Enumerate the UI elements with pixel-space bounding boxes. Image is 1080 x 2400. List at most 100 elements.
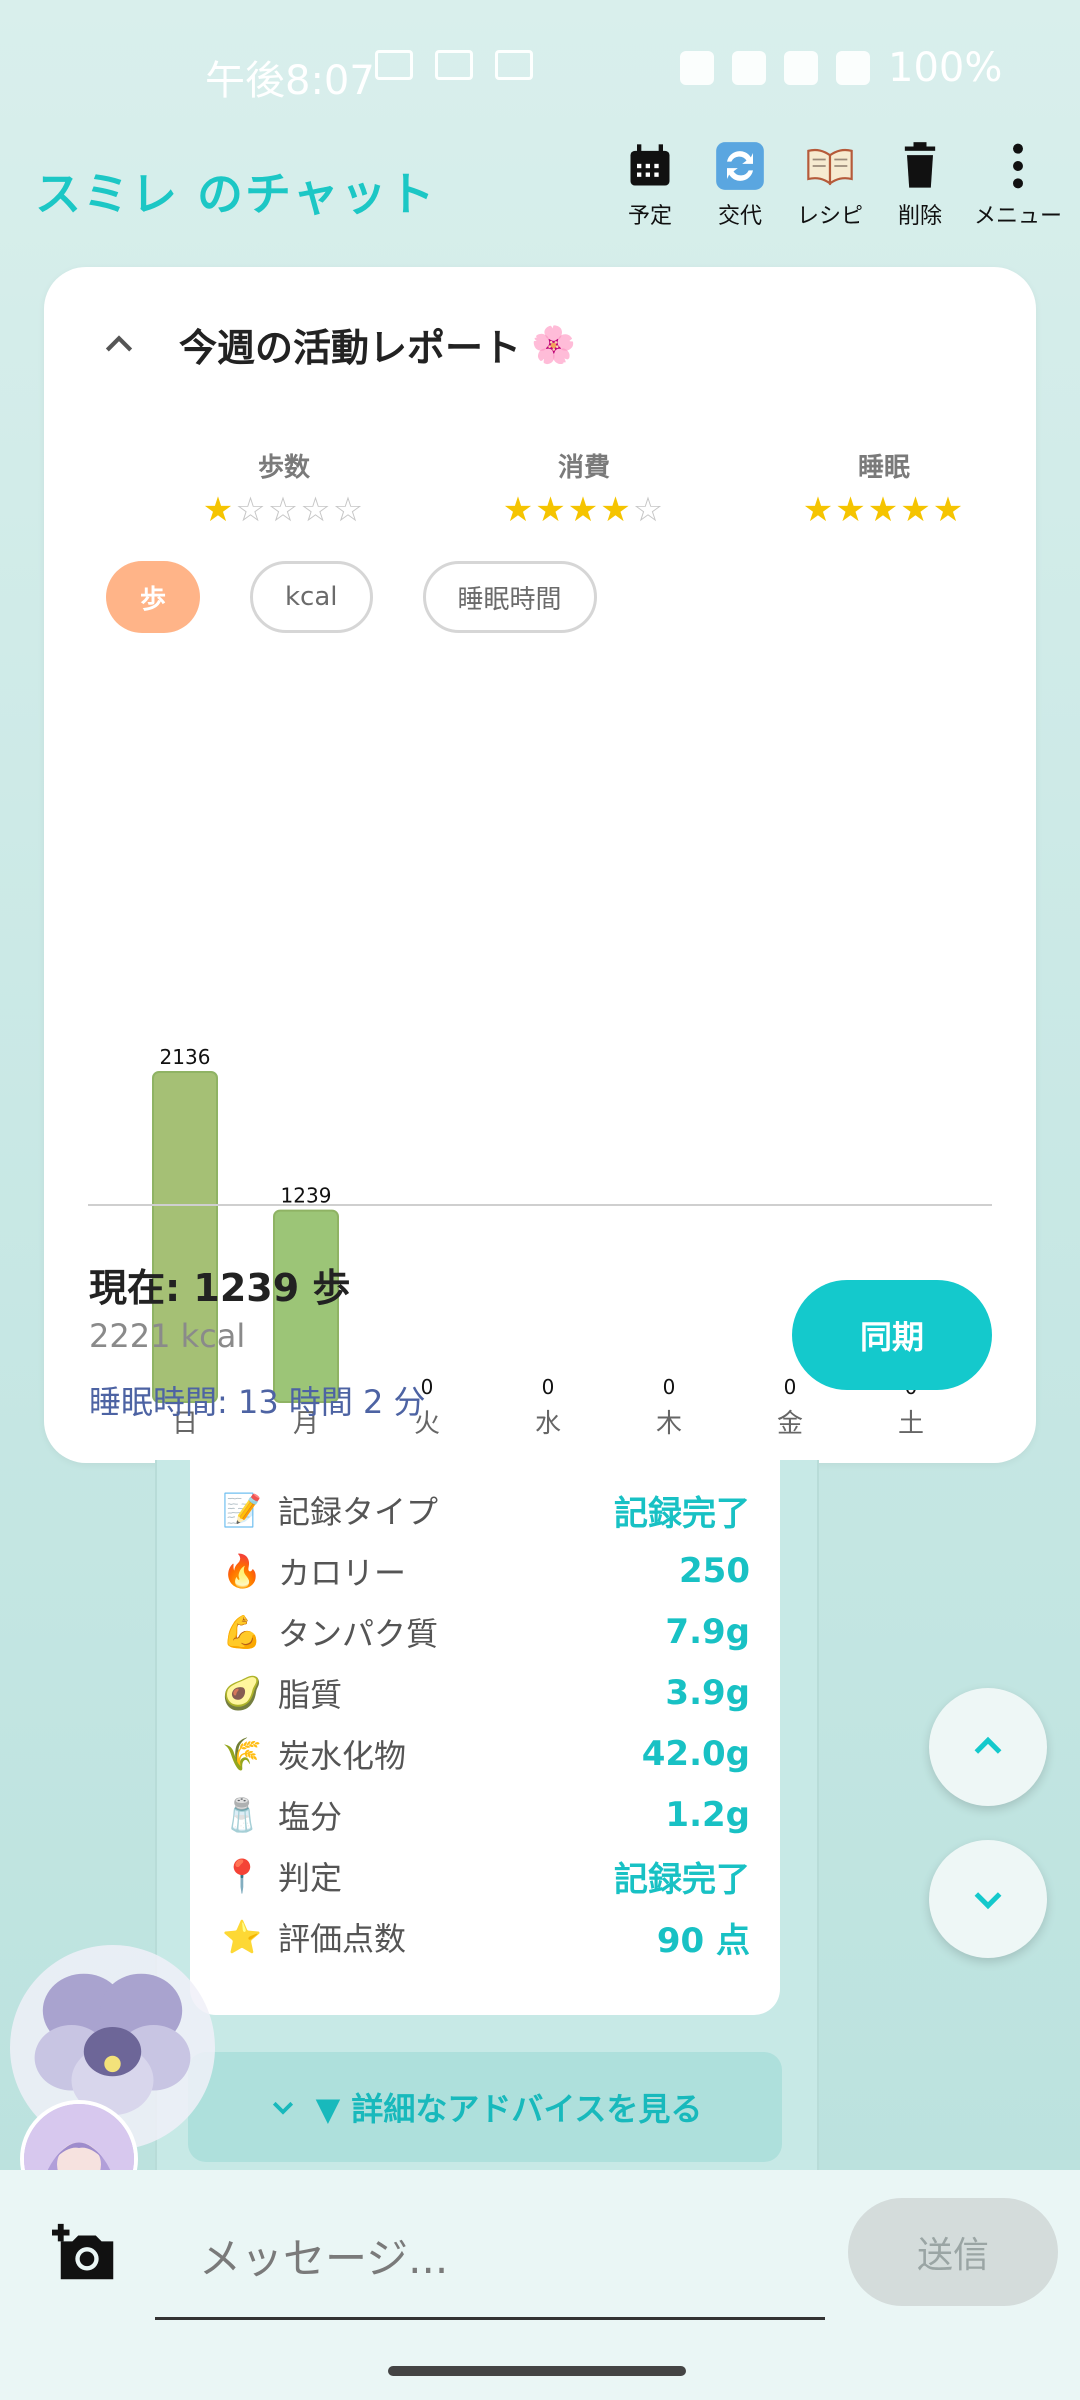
star-empty-icon: ☆ xyxy=(332,490,366,530)
more-vert-icon xyxy=(1013,143,1023,189)
nutrition-value: 記録完了 xyxy=(614,1859,750,1900)
category-label: 土 xyxy=(898,1409,924,1439)
advice-label: ▼ 詳細なアドバイスを見る xyxy=(315,2090,703,2128)
nutrition-value: 250 xyxy=(679,1551,750,1591)
star-filled-icon: ★ xyxy=(932,490,966,530)
recipe-button[interactable]: レシピ xyxy=(790,140,870,230)
nutrition-row: 🥑 脂質 3.9g xyxy=(220,1663,750,1723)
toolbar: 予定 交代 レシピ 削除 メニュー xyxy=(610,140,1066,230)
activity-report-card: 今週の活動レポート 🌸 歩数 ★☆☆☆☆ 消費 ★★★★☆ 睡眠 ★★★★★ 歩… xyxy=(44,267,1036,1463)
star-filled-icon: ★ xyxy=(600,490,633,530)
nutrition-icon: 🧂 xyxy=(222,1796,262,1834)
sync-button[interactable]: 同期 xyxy=(792,1280,992,1390)
report-header: 今週の活動レポート 🌸 xyxy=(99,317,576,372)
nutrition-value: 1.2g xyxy=(665,1795,750,1835)
message-input[interactable] xyxy=(155,2200,825,2320)
star-empty-icon: ☆ xyxy=(300,490,333,530)
star-filled-icon: ★ xyxy=(567,490,601,530)
nutrition-label: 評価点数 xyxy=(278,1920,407,1958)
nutrition-icon: 🌾 xyxy=(222,1735,262,1773)
chevron-up-icon[interactable] xyxy=(99,325,139,365)
battery-level: 100% xyxy=(888,45,1003,91)
rating-sleep: 睡眠 ★★★★★ xyxy=(774,447,994,530)
nutrition-label: 記録タイプ xyxy=(278,1493,439,1531)
nutrition-row: 📝 記録タイプ 記録完了 xyxy=(220,1480,750,1540)
nutrition-row: 🔥 カロリー 250 xyxy=(220,1541,750,1601)
nutrition-value: 90 点 xyxy=(656,1920,750,1961)
category-label: 水 xyxy=(535,1409,561,1439)
nutrition-icon: ⭐ xyxy=(222,1918,262,1956)
scroll-up-button[interactable] xyxy=(929,1688,1047,1806)
star-filled-icon: ★ xyxy=(867,490,901,530)
star-empty-icon: ☆ xyxy=(267,490,301,530)
nutrition-value: 42.0g xyxy=(641,1734,750,1774)
scroll-down-button[interactable] xyxy=(929,1840,1047,1958)
chart-divider xyxy=(88,1204,992,1206)
chip-steps[interactable]: 歩 xyxy=(106,561,200,633)
nutrition-value: 3.9g xyxy=(665,1673,750,1713)
star-rating: ★★★★☆ xyxy=(474,490,694,530)
camera-add-icon[interactable] xyxy=(52,2218,122,2288)
signal-icon xyxy=(784,51,818,85)
nutrition-value: 7.9g xyxy=(665,1612,750,1652)
nutrition-icon: 📍 xyxy=(222,1857,262,1895)
switch-button[interactable]: 交代 xyxy=(700,140,780,230)
metric-chips: 歩 kcal 睡眠時間 xyxy=(106,561,597,633)
mute-icon xyxy=(680,51,714,85)
chip-sleep[interactable]: 睡眠時間 xyxy=(422,561,597,633)
category-label: 木 xyxy=(656,1409,682,1439)
advice-toggle-button[interactable]: ▼ 詳細なアドバイスを見る xyxy=(188,2052,782,2162)
nutrition-row: 📍 判定 記録完了 xyxy=(220,1846,750,1906)
status-time: 午後8:07 xyxy=(205,58,375,104)
bar-value-label: 0 xyxy=(663,1375,676,1399)
category-label: 金 xyxy=(777,1409,803,1439)
nutrition-label: 塩分 xyxy=(278,1798,343,1836)
vpn-icon xyxy=(375,50,413,80)
bar-value-label: 2136 xyxy=(160,1045,211,1069)
chat-header: スミレ のチャット 予定 交代 レシピ 削除 メニュー xyxy=(0,130,1080,250)
swap-icon xyxy=(716,142,764,190)
star-filled-icon: ★ xyxy=(900,490,933,530)
battery-icon xyxy=(836,51,870,85)
sakura-icon: 🌸 xyxy=(531,324,576,366)
star-empty-icon: ☆ xyxy=(632,490,666,530)
star-filled-icon: ★ xyxy=(202,490,236,530)
nutrition-row: 💪 タンパク質 7.9g xyxy=(220,1602,750,1662)
nutrition-label: 脂質 xyxy=(278,1676,343,1714)
send-button[interactable]: 送信 xyxy=(848,2198,1058,2306)
chevron-down-icon xyxy=(974,1892,1002,1910)
star-filled-icon: ★ xyxy=(835,490,868,530)
trash-icon xyxy=(904,142,936,188)
star-filled-icon: ★ xyxy=(502,490,536,530)
nutrition-label: タンパク質 xyxy=(278,1615,439,1653)
book-icon xyxy=(807,148,853,186)
nutrition-card: 📝 記録タイプ 記録完了 🔥 カロリー 250 💪 タンパク質 7.9g 🥑 脂質 3.9g 🌾 炭水化物… xyxy=(190,1460,780,2015)
nutrition-label: カロリー xyxy=(278,1554,407,1592)
star-filled-icon: ★ xyxy=(802,490,836,530)
nutrition-label: 炭水化物 xyxy=(278,1737,407,1775)
home-indicator[interactable] xyxy=(388,2366,686,2376)
status-bar: 午後8:07 100% xyxy=(0,0,1080,150)
chip-kcal[interactable]: kcal xyxy=(250,561,373,633)
wifi-icon xyxy=(732,51,766,85)
current-sleep: 睡眠時間: 13 時間 2 分 xyxy=(89,1383,426,1421)
nutrition-icon: 🥑 xyxy=(222,1674,262,1712)
nutrition-label: 判定 xyxy=(278,1859,343,1897)
bar-value-label: 0 xyxy=(784,1375,797,1399)
nutrition-row: 🧂 塩分 1.2g xyxy=(220,1785,750,1845)
nutrition-icon: 💪 xyxy=(222,1613,262,1651)
nutrition-value: 記録完了 xyxy=(614,1493,750,1534)
star-rating: ★★★★★ xyxy=(774,490,994,530)
nutrition-row: ⭐ 評価点数 90 点 xyxy=(220,1907,750,1967)
star-empty-icon: ☆ xyxy=(235,490,268,530)
menu-button[interactable]: メニュー xyxy=(970,140,1066,230)
star-rating: ★☆☆☆☆ xyxy=(174,490,394,530)
chevron-up-icon xyxy=(974,1736,1002,1754)
schedule-button[interactable]: 予定 xyxy=(610,140,690,230)
report-title: 今週の活動レポート xyxy=(179,326,522,370)
notification-icons xyxy=(375,50,533,80)
bar-value-label: 0 xyxy=(542,1375,555,1399)
system-icons: 100% xyxy=(680,45,1002,91)
delete-button[interactable]: 削除 xyxy=(880,140,960,230)
rating-steps: 歩数 ★☆☆☆☆ xyxy=(174,447,394,530)
